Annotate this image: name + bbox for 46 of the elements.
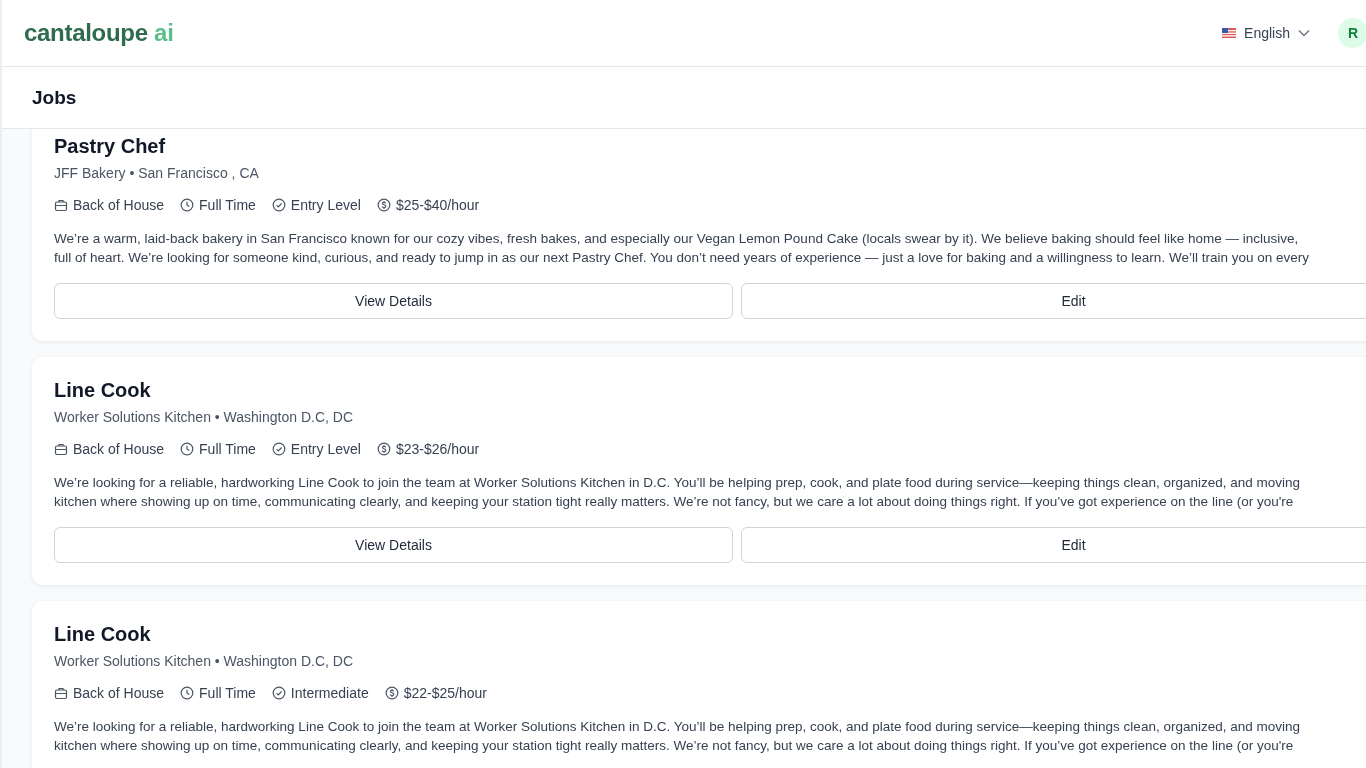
- page-title: Jobs: [32, 86, 77, 109]
- job-tag: $23-$26/hour: [395, 441, 480, 457]
- job-tag: Back of House: [73, 441, 165, 457]
- job-tag: $22-$25/hour: [403, 685, 487, 701]
- language-selector[interactable]: English: [1222, 21, 1310, 45]
- check-circle-icon: [271, 686, 286, 700]
- edit-button[interactable]: Edit: [741, 283, 1366, 319]
- flag-icon: [1222, 28, 1237, 38]
- briefcase-icon: [54, 198, 68, 212]
- clock-icon: [180, 198, 195, 212]
- dollar-icon: [376, 442, 391, 456]
- job-tag: Full Time: [199, 441, 256, 457]
- briefcase-icon: [54, 686, 68, 700]
- edit-button[interactable]: Edit: [741, 527, 1366, 563]
- job-tag: Back of House: [73, 197, 165, 213]
- logo[interactable]: cantaloupe ai: [24, 19, 174, 47]
- job-tag: Full Time: [199, 685, 256, 701]
- view-details-button[interactable]: View Details: [54, 527, 733, 563]
- description-line: We’re a warm, laid-back bakery in San Francisco known for our cozy vibes, fresh bakes, and especially our Vegan Lemon Pound Cake (locals swear by it). We believe baking should feel like home — inclusive,: [54, 230, 1300, 248]
- company-location: Worker Solutions Kitchen • Washington D.C, DC: [54, 409, 355, 425]
- job-title: Pastry Chef: [54, 134, 167, 159]
- check-circle-icon: [271, 442, 286, 456]
- dollar-icon: [376, 198, 391, 212]
- dollar-icon: [384, 686, 399, 700]
- job-tag: Back of House: [73, 685, 165, 701]
- user-avatar[interactable]: R: [1338, 18, 1366, 48]
- job-tag: Entry Level: [290, 441, 361, 457]
- description-line: We’re looking for a reliable, hardworking Line Cook to join the team at Worker Solutions Kitchen in D.C. You’ll be helping prep, cook, and plate food during service—keeping things clean, organized, and moving: [54, 474, 1301, 492]
- clock-icon: [180, 442, 195, 456]
- job-title: Line Cook: [54, 622, 152, 647]
- description-line: kitchen where showing up on time, communicating clearly, and keeping your station tight really matters. We’re not fancy, but we care a lot about doing things right. If you’ve got experience on the line (or you're: [54, 737, 1295, 755]
- clock-icon: [180, 686, 195, 700]
- briefcase-icon: [54, 442, 68, 456]
- view-details-button[interactable]: View Details: [54, 283, 733, 319]
- job-tag: Intermediate: [290, 685, 369, 701]
- chevron-down-icon: [1298, 29, 1310, 37]
- job-tag: Entry Level: [290, 197, 361, 213]
- description-line: full of heart. We’re looking for someone kind, curious, and ready to jump in as our next Pastry Chef. You don’t need years of experience — just a love for baking and a willingness to learn. We’ll train you on every: [54, 249, 1310, 267]
- check-circle-icon: [271, 198, 286, 212]
- company-location: JFF Bakery • San Francisco , CA: [54, 165, 260, 181]
- description-line: We’re looking for a reliable, hardworking Line Cook to join the team at Worker Solutions Kitchen in D.C. You’ll be helping prep, cook, and plate food during service—keeping things clean, organized, and moving: [54, 718, 1301, 736]
- job-tag: Full Time: [199, 197, 256, 213]
- description-line: kitchen where showing up on time, communicating clearly, and keeping your station tight really matters. We’re not fancy, but we care a lot about doing things right. If you’ve got experience on the line (or you're: [54, 493, 1295, 511]
- company-location: Worker Solutions Kitchen • Washington D.C, DC: [54, 653, 355, 669]
- job-tag: $25-$40/hour: [395, 197, 480, 213]
- job-title: Line Cook: [54, 378, 152, 403]
